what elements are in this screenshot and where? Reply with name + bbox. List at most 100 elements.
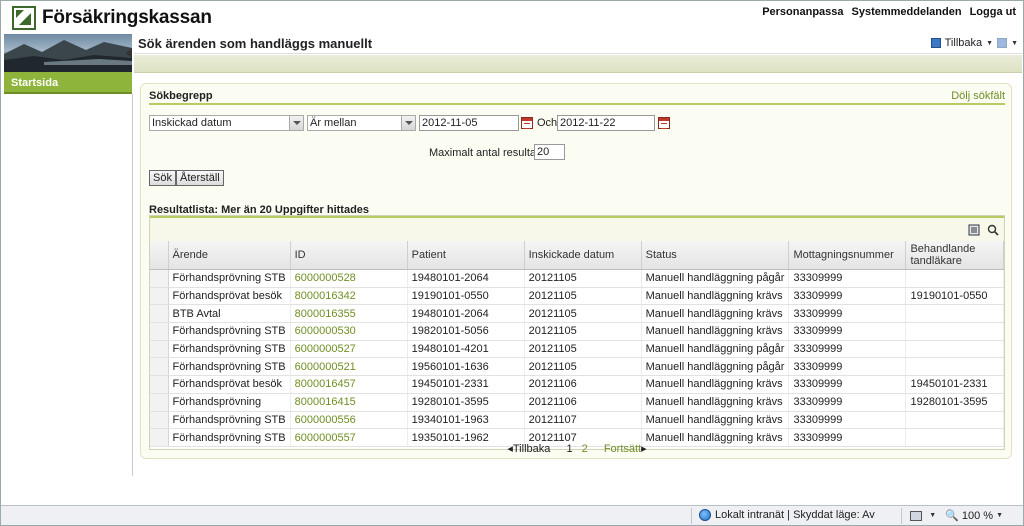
field-select[interactable]: Inskickad datum	[149, 115, 304, 131]
table-cell: 19280101-3595	[407, 393, 525, 412]
chevron-down-icon[interactable]: ▼	[929, 512, 936, 519]
magnifier-icon[interactable]	[987, 224, 999, 236]
table-cell: 19480101-2064	[407, 304, 525, 324]
row-selector[interactable]	[150, 287, 169, 306]
column-header[interactable]: ID	[290, 241, 408, 270]
calendar-icon[interactable]	[658, 117, 670, 129]
and-label: Och	[537, 117, 558, 129]
table-row[interactable]: Förhandsprövning 8000016415 19280101-3595 2…	[150, 393, 1004, 412]
pager-page-1[interactable]: 1	[566, 443, 572, 455]
row-selector[interactable]	[150, 411, 169, 430]
table-cell: BTB Avtal	[168, 304, 291, 324]
table-cell: Manuell handläggning krävs	[641, 304, 790, 324]
back-link[interactable]: Tillbaka	[945, 37, 983, 49]
table-row[interactable]: Förhandsprövning STB 6000000527 19480101-4…	[150, 340, 1004, 359]
case-id-link[interactable]: 8000016342	[295, 290, 356, 302]
results-table: Ärende ID Patient Inskickade datum Statu…	[150, 241, 1004, 447]
table-cell-id[interactable]: 6000000530	[290, 322, 408, 341]
to-date-input[interactable]: 2012-11-22	[557, 115, 655, 131]
forward-arrow-icon[interactable]	[997, 38, 1008, 48]
hide-search-link[interactable]: Dölj sökfält	[951, 90, 1005, 102]
chevron-down-icon[interactable]: ▼	[996, 512, 1003, 519]
case-id-link[interactable]: 8000016457	[295, 378, 356, 390]
column-header[interactable]: Inskickade datum	[524, 241, 642, 270]
chevron-down-icon[interactable]	[289, 116, 303, 130]
case-id-link[interactable]: 6000000530	[295, 325, 356, 337]
row-selector[interactable]	[150, 304, 169, 324]
table-row[interactable]: BTB Avtal 8000016355 19480101-2064 20121105…	[150, 304, 1004, 324]
table-cell-id[interactable]: 6000000527	[290, 340, 408, 359]
select-column-header	[150, 241, 169, 270]
logout-link[interactable]: Logga ut	[970, 6, 1016, 18]
case-id-link[interactable]: 6000000556	[295, 414, 356, 426]
table-cell-id[interactable]: 6000000528	[290, 269, 408, 288]
table-row[interactable]: Förhandsprövat besök 8000016457 19450101-2…	[150, 375, 1004, 394]
table-cell: Manuell handläggning krävs	[641, 411, 790, 430]
table-cell	[905, 411, 1004, 430]
case-id-link[interactable]: 6000000527	[295, 343, 356, 355]
table-row[interactable]: Förhandsprövning STB 6000000530 19820101-5…	[150, 322, 1004, 341]
table-cell: 33309999	[788, 411, 907, 430]
table-cell-id[interactable]: 8000016415	[290, 393, 408, 412]
calendar-icon[interactable]	[521, 117, 533, 129]
table-cell-id[interactable]: 8000016355	[290, 304, 408, 324]
table-row[interactable]: Förhandsprövning STB 6000000528 19480101-2…	[150, 269, 1004, 288]
case-id-link[interactable]: 8000016355	[295, 308, 356, 320]
row-selector[interactable]	[150, 357, 169, 377]
zoom-control[interactable]: ▼ 🔍 100 % ▼	[910, 509, 1003, 522]
sidebar-item-startsida[interactable]: Startsida	[4, 72, 132, 94]
operator-select[interactable]: Är mellan	[307, 115, 416, 131]
reset-button[interactable]: Återställ	[176, 170, 224, 186]
case-id-link[interactable]: 6000000528	[295, 272, 356, 284]
pager-next[interactable]: Fortsätt▸	[604, 443, 647, 455]
table-row[interactable]: Förhandsprövat besök 8000016342 19190101-0…	[150, 287, 1004, 306]
row-selector[interactable]	[150, 269, 169, 288]
collapse-arrow-icon[interactable]	[126, 48, 132, 58]
personanpassa-link[interactable]: Personanpassa	[762, 6, 843, 18]
back-arrow-icon[interactable]	[930, 38, 941, 48]
export-icon[interactable]	[968, 224, 980, 236]
max-results-input[interactable]: 20	[534, 144, 565, 160]
systemmeddelanden-link[interactable]: Systemmeddelanden	[852, 6, 962, 18]
column-header[interactable]: Mottagningsnummer	[788, 241, 907, 270]
pager-prev[interactable]: ◂Tillbaka	[507, 443, 550, 455]
row-selector[interactable]	[150, 322, 169, 341]
row-selector[interactable]	[150, 375, 169, 394]
chevron-down-icon[interactable]: ▼	[1011, 40, 1018, 47]
table-row[interactable]: Förhandsprövning STB 6000000556 19340101-1…	[150, 411, 1004, 430]
column-header[interactable]: Patient	[407, 241, 525, 270]
chevron-down-icon[interactable]: ▼	[986, 40, 993, 47]
table-cell: Manuell handläggning krävs	[641, 393, 790, 412]
column-header[interactable]: Behandlande tandläkare	[905, 241, 1004, 270]
row-selector[interactable]	[150, 340, 169, 359]
table-cell-id[interactable]: 6000000521	[290, 357, 408, 377]
table-cell-id[interactable]: 8000016457	[290, 375, 408, 394]
title-actions: Tillbaka ▼ ▼	[930, 37, 1018, 49]
chevron-down-icon[interactable]	[401, 116, 415, 130]
table-cell: Förhandsprövning STB	[168, 269, 291, 288]
pager-page-2[interactable]: 2	[582, 443, 588, 455]
table-cell: Förhandsprövning STB	[168, 411, 291, 430]
tools-icon[interactable]	[910, 510, 923, 521]
table-cell: Manuell handläggning pågår	[641, 269, 790, 288]
table-cell-id[interactable]: 8000016342	[290, 287, 408, 306]
logo: Försäkringskassan	[12, 6, 212, 30]
case-id-link[interactable]: 6000000521	[295, 361, 356, 373]
case-id-link[interactable]: 8000016415	[295, 396, 356, 408]
pager-prev-label: Tillbaka	[512, 443, 551, 455]
table-cell	[905, 322, 1004, 341]
field-select-value: Inskickad datum	[152, 117, 232, 129]
column-header[interactable]: Ärende	[168, 241, 291, 270]
from-date-input[interactable]: 2012-11-05	[419, 115, 519, 131]
table-cell-id[interactable]: 6000000556	[290, 411, 408, 430]
search-button[interactable]: Sök	[149, 170, 176, 186]
column-header[interactable]: Status	[641, 241, 790, 270]
row-selector[interactable]	[150, 393, 169, 412]
table-row[interactable]: Förhandsprövning STB 6000000521 19560101-1…	[150, 357, 1004, 377]
status-separator	[691, 508, 692, 524]
pager: ◂Tillbaka 1 2 Fortsätt▸	[141, 442, 1013, 455]
table-cell: 33309999	[788, 322, 907, 341]
app-header: Försäkringskassan Personanpassa Systemme…	[2, 2, 1022, 34]
results-box: Ärende ID Patient Inskickade datum Statu…	[149, 215, 1005, 450]
toolbar-strip	[134, 55, 1022, 73]
